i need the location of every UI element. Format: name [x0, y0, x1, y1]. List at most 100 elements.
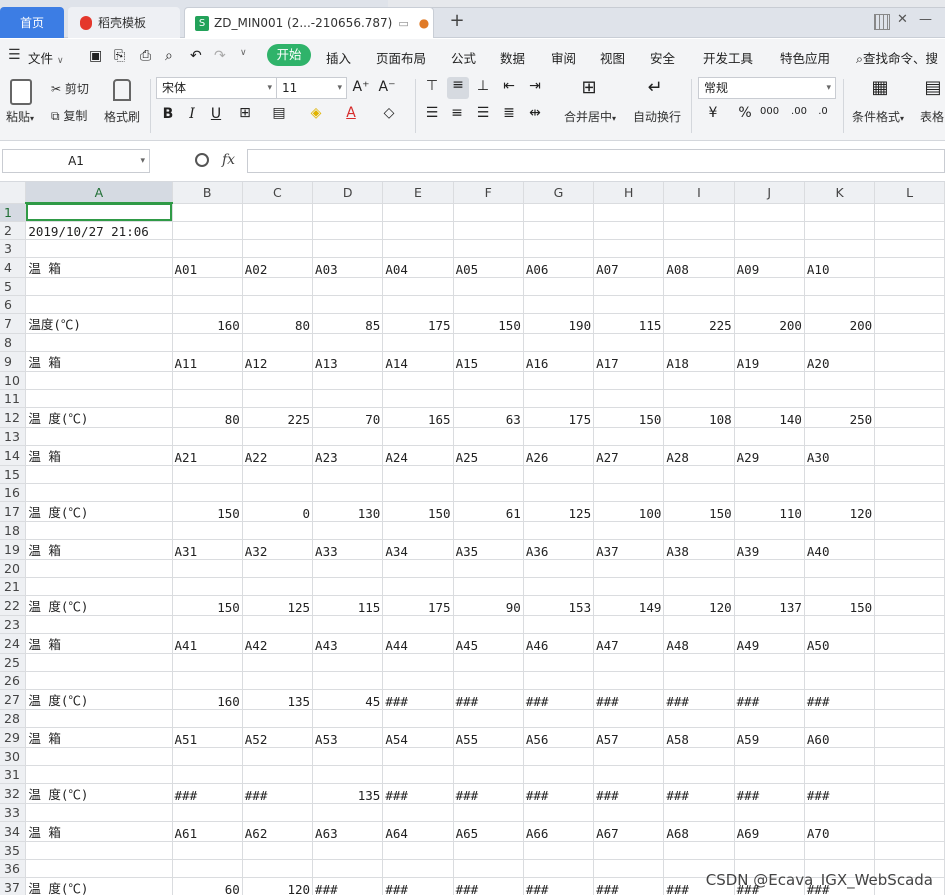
cell[interactable]: [593, 427, 665, 446]
cell[interactable]: [523, 521, 595, 540]
cell[interactable]: A10: [804, 257, 876, 278]
cell[interactable]: [172, 239, 243, 258]
cell[interactable]: [593, 841, 665, 860]
row-header[interactable]: 2: [0, 221, 27, 240]
cell[interactable]: [523, 465, 595, 484]
cell[interactable]: [453, 371, 524, 390]
cell[interactable]: [25, 333, 173, 352]
row-header[interactable]: 15: [0, 465, 27, 484]
cell[interactable]: [242, 577, 314, 596]
cell[interactable]: [312, 841, 384, 860]
cell[interactable]: 175: [523, 407, 595, 428]
cell[interactable]: 150: [172, 501, 243, 522]
cell[interactable]: [523, 333, 595, 352]
cell[interactable]: [25, 841, 173, 860]
increase-font-icon[interactable]: A⁺: [352, 79, 370, 95]
table-style-icon[interactable]: ▤: [924, 77, 942, 98]
cell[interactable]: 温度(℃): [25, 313, 173, 334]
menu-view[interactable]: 视图: [600, 48, 625, 67]
cell[interactable]: A29: [734, 445, 805, 466]
clear-format-icon[interactable]: ◇: [380, 105, 398, 121]
cell[interactable]: [874, 371, 945, 390]
cell[interactable]: [663, 521, 735, 540]
cell[interactable]: A45: [453, 633, 524, 654]
cell[interactable]: A30: [804, 445, 876, 466]
row-header[interactable]: 4: [0, 257, 27, 278]
row-header[interactable]: 29: [0, 727, 27, 748]
cell[interactable]: [453, 859, 524, 878]
cell[interactable]: [453, 577, 524, 596]
cell[interactable]: [734, 333, 805, 352]
cell[interactable]: [453, 333, 524, 352]
fx-icon[interactable]: fx: [222, 152, 235, 168]
cell[interactable]: [382, 221, 454, 240]
cell[interactable]: 250: [804, 407, 876, 428]
cell[interactable]: A26: [523, 445, 595, 466]
row-header[interactable]: 31: [0, 765, 27, 784]
cell[interactable]: [523, 765, 595, 784]
cell[interactable]: [874, 689, 945, 710]
cell[interactable]: [663, 465, 735, 484]
cell[interactable]: [242, 427, 314, 446]
column-header-e[interactable]: E: [382, 182, 454, 204]
cell[interactable]: [242, 803, 314, 822]
cell[interactable]: [523, 389, 595, 408]
cell[interactable]: A62: [242, 821, 314, 842]
italic-button[interactable]: I: [183, 106, 201, 122]
cell[interactable]: 160: [172, 313, 243, 334]
cell[interactable]: [242, 653, 314, 672]
collapse-icon[interactable]: ✕: [897, 12, 908, 27]
cell[interactable]: [172, 559, 243, 578]
cell[interactable]: 135: [242, 689, 314, 710]
cell[interactable]: A59: [734, 727, 805, 748]
row-header[interactable]: 19: [0, 539, 27, 560]
cell[interactable]: A19: [734, 351, 805, 372]
cell[interactable]: [382, 371, 454, 390]
cell[interactable]: [312, 671, 384, 690]
cell[interactable]: A67: [593, 821, 665, 842]
cell[interactable]: [523, 803, 595, 822]
cell[interactable]: 150: [382, 501, 454, 522]
cell[interactable]: [242, 521, 314, 540]
row-header[interactable]: 9: [0, 351, 27, 372]
cell[interactable]: 108: [663, 407, 735, 428]
cell[interactable]: [663, 765, 735, 784]
cell[interactable]: [874, 559, 945, 578]
cell[interactable]: [593, 559, 665, 578]
cell[interactable]: [874, 465, 945, 484]
cell[interactable]: [874, 407, 945, 428]
cell[interactable]: [523, 709, 595, 728]
cell[interactable]: ###: [663, 783, 735, 804]
cell[interactable]: A18: [663, 351, 735, 372]
cell[interactable]: ###: [593, 783, 665, 804]
cell[interactable]: [593, 709, 665, 728]
cell[interactable]: 200: [804, 313, 876, 334]
cell[interactable]: 150: [453, 313, 524, 334]
cell[interactable]: 200: [734, 313, 805, 334]
cell[interactable]: A37: [593, 539, 665, 560]
thousands-icon[interactable]: 000: [760, 106, 779, 117]
cell[interactable]: [382, 483, 454, 502]
paste-icon[interactable]: [10, 79, 32, 105]
cell[interactable]: 150: [593, 407, 665, 428]
cell[interactable]: 190: [523, 313, 595, 334]
cell[interactable]: [453, 239, 524, 258]
cell[interactable]: [172, 709, 243, 728]
cell[interactable]: A03: [312, 257, 384, 278]
row-header[interactable]: 18: [0, 521, 27, 540]
percent-button[interactable]: %: [736, 105, 754, 121]
cell[interactable]: ###: [382, 783, 454, 804]
cell[interactable]: A46: [523, 633, 595, 654]
cell[interactable]: [874, 841, 945, 860]
cell[interactable]: [312, 615, 384, 634]
row-header[interactable]: 17: [0, 501, 27, 522]
format-painter-icon[interactable]: [113, 79, 131, 101]
cell[interactable]: [453, 389, 524, 408]
cell[interactable]: [804, 277, 876, 296]
cell[interactable]: 160: [172, 689, 243, 710]
cell[interactable]: [382, 709, 454, 728]
cell[interactable]: 温 度(℃): [25, 501, 173, 522]
cell[interactable]: 温 箱: [25, 257, 173, 278]
cell[interactable]: A31: [172, 539, 243, 560]
cell[interactable]: ###: [734, 689, 805, 710]
